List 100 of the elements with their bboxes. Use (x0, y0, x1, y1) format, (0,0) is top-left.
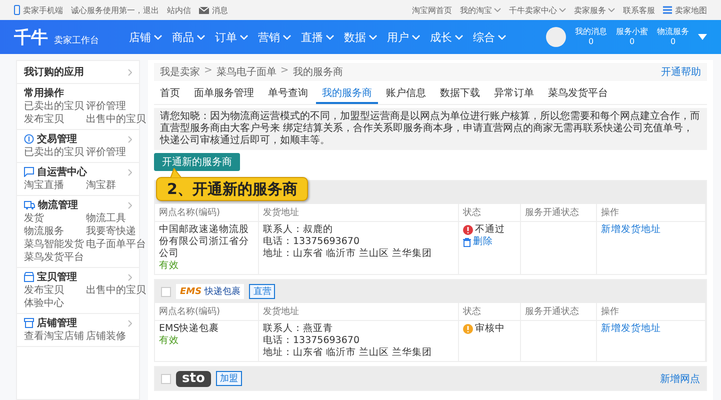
stat-label[interactable]: 物流服务 (657, 27, 689, 37)
sidebar-link[interactable]: 评价管理 (86, 146, 132, 159)
validity-status: 有效 (159, 260, 180, 272)
caret-icon (154, 34, 162, 40)
section-title[interactable]: 店铺管理 (37, 316, 77, 330)
caret-icon (559, 8, 566, 12)
nav-menu[interactable]: 营销 (258, 30, 291, 44)
provider-tag: 加盟 (216, 371, 242, 386)
sidebar-link[interactable]: 我要寄快递 (86, 225, 146, 238)
collapse-toggle[interactable] (161, 286, 171, 296)
nav-menu[interactable]: 成长 (430, 30, 463, 44)
sidebar-link[interactable]: 菜鸟智能发货 (24, 238, 86, 251)
logo-subtitle: 卖家工作台 (54, 34, 99, 46)
chevron-icon (128, 274, 132, 280)
logo: 千牛 (14, 26, 48, 48)
nav-menu[interactable]: 综合 (473, 30, 506, 44)
sto-logo: sto (176, 370, 211, 386)
chevron-icon (128, 168, 132, 176)
breadcrumb-link[interactable]: 我是卖家 (160, 65, 200, 79)
column-header: 发货地址 (259, 204, 459, 222)
open-provider-button[interactable]: 开通新的服务商 (154, 153, 240, 171)
tab[interactable]: 面单服务管理 (188, 84, 260, 104)
sidebar-link[interactable]: 淘宝群 (86, 179, 132, 192)
tab[interactable]: 异常订单 (488, 84, 540, 104)
stat-label[interactable]: 服务小蜜 (616, 27, 648, 37)
column-header: 状态 (459, 303, 521, 321)
sidebar-link[interactable]: 评价管理 (86, 100, 146, 113)
top-link[interactable]: 我的淘宝 (460, 4, 501, 16)
add-branch-link[interactable]: 新增网点 (660, 372, 700, 386)
caret-icon (283, 34, 291, 40)
tab[interactable]: 数据下载 (434, 84, 486, 104)
sidebar-link[interactable]: 出售中的宝贝 (86, 284, 146, 297)
chevron-icon (128, 136, 132, 142)
chevron-icon (128, 202, 132, 208)
branch-name: EMS快递包裹 (159, 323, 220, 335)
sidebar-link[interactable]: 店铺装修 (86, 330, 132, 343)
tab[interactable]: 单号查询 (262, 84, 314, 104)
section-title[interactable]: 物流管理 (38, 198, 78, 212)
phone-text: 电话：13375693670 (263, 335, 360, 347)
top-link[interactable]: 消息 (212, 4, 228, 16)
nav-menu[interactable]: 直播 (301, 30, 334, 44)
sidebar-link[interactable]: 发布宝贝 (24, 113, 86, 126)
sidebar-link[interactable]: 物流工具 (86, 212, 146, 225)
address-text: 地址：山东省 临沂市 兰山区 兰华集团 (263, 248, 434, 260)
sidebar-link[interactable]: 查看淘宝店铺 (24, 330, 86, 343)
sidebar-link[interactable]: 已卖出的宝贝 (24, 100, 86, 113)
review-status: 审核中 (475, 323, 505, 335)
section-title[interactable]: 交易管理 (37, 132, 77, 146)
top-link[interactable]: 卖家地图 (675, 4, 707, 16)
sidebar-link[interactable]: 物流服务 (24, 225, 86, 238)
breadcrumb-link[interactable]: 我的服务商 (292, 65, 343, 79)
chevron-icon (128, 68, 132, 76)
contact-text: 联系人：燕亚青 (263, 323, 334, 335)
truck-icon (24, 200, 35, 210)
caret-icon[interactable] (698, 34, 707, 40)
nav-menu[interactable]: 店铺 (129, 30, 162, 44)
sidebar-link[interactable]: 淘宝直播 (24, 179, 86, 192)
column-header: 网点名称(编码) (155, 303, 259, 321)
sidebar-link[interactable]: 电子面单平台 (86, 238, 146, 251)
sidebar-link[interactable]: 已卖出的宝贝 (24, 146, 86, 159)
add-address-link[interactable]: 新增发货地址 (601, 224, 701, 236)
top-link[interactable]: 站内信 (167, 4, 191, 16)
help-link[interactable]: 开通帮助 (661, 65, 701, 79)
tab[interactable]: 账户信息 (380, 84, 432, 104)
top-link[interactable]: 卖家服务 (574, 4, 615, 16)
collapse-toggle[interactable] (161, 374, 171, 384)
delete-link[interactable]: 删除 (463, 236, 516, 248)
top-link[interactable]: 千牛卖家中心 (509, 4, 566, 16)
section-title[interactable]: 自运营中心 (37, 165, 87, 179)
trash-icon (463, 238, 471, 246)
nav-menu[interactable]: 订单 (215, 30, 248, 44)
top-link[interactable]: 诚心服务使用第一，退出 (71, 4, 159, 16)
sidebar-link[interactable]: 菜鸟发货平台 (24, 251, 86, 264)
tab[interactable]: 菜鸟发货平台 (542, 84, 614, 104)
sidebar-link[interactable]: 发布宝贝 (24, 284, 86, 297)
column-header: 服务开通状态 (521, 204, 597, 222)
caret-icon (494, 8, 501, 12)
top-link[interactable]: 联系客服 (623, 4, 655, 16)
contact-text: 联系人：叔鹿的 (263, 224, 334, 236)
address-text: 地址：山东省 临沂市 兰山区 兰华集团 (263, 347, 434, 359)
nav-menu[interactable]: 用户 (387, 30, 420, 44)
section-title[interactable]: 宝贝管理 (37, 270, 77, 284)
sidebar-link[interactable]: 体验中心 (24, 297, 86, 310)
sidebar-link[interactable]: 发货 (24, 212, 86, 225)
nav-menu[interactable]: 数据 (344, 30, 377, 44)
callout-pointer (170, 168, 182, 178)
top-link[interactable]: 淘宝网首页 (412, 4, 452, 16)
add-address-link[interactable]: 新增发货地址 (601, 323, 701, 335)
error-icon (463, 225, 473, 235)
top-link[interactable]: 卖家手机端 (23, 4, 63, 16)
stat-label[interactable]: 我的消息 (575, 27, 607, 37)
column-header: 操作 (597, 303, 706, 321)
sidebar-link[interactable]: 出售中的宝贝 (86, 113, 146, 126)
section-title[interactable]: 常用操作 (24, 86, 64, 100)
nav-menu[interactable]: 商品 (172, 30, 205, 44)
tab[interactable]: 首页 (154, 84, 186, 104)
sidebar-title[interactable]: 我订购的应用 (24, 65, 84, 79)
breadcrumb-link[interactable]: 菜鸟电子面单 (216, 65, 276, 79)
tab[interactable]: 我的服务商 (316, 84, 378, 104)
avatar[interactable] (546, 27, 566, 47)
